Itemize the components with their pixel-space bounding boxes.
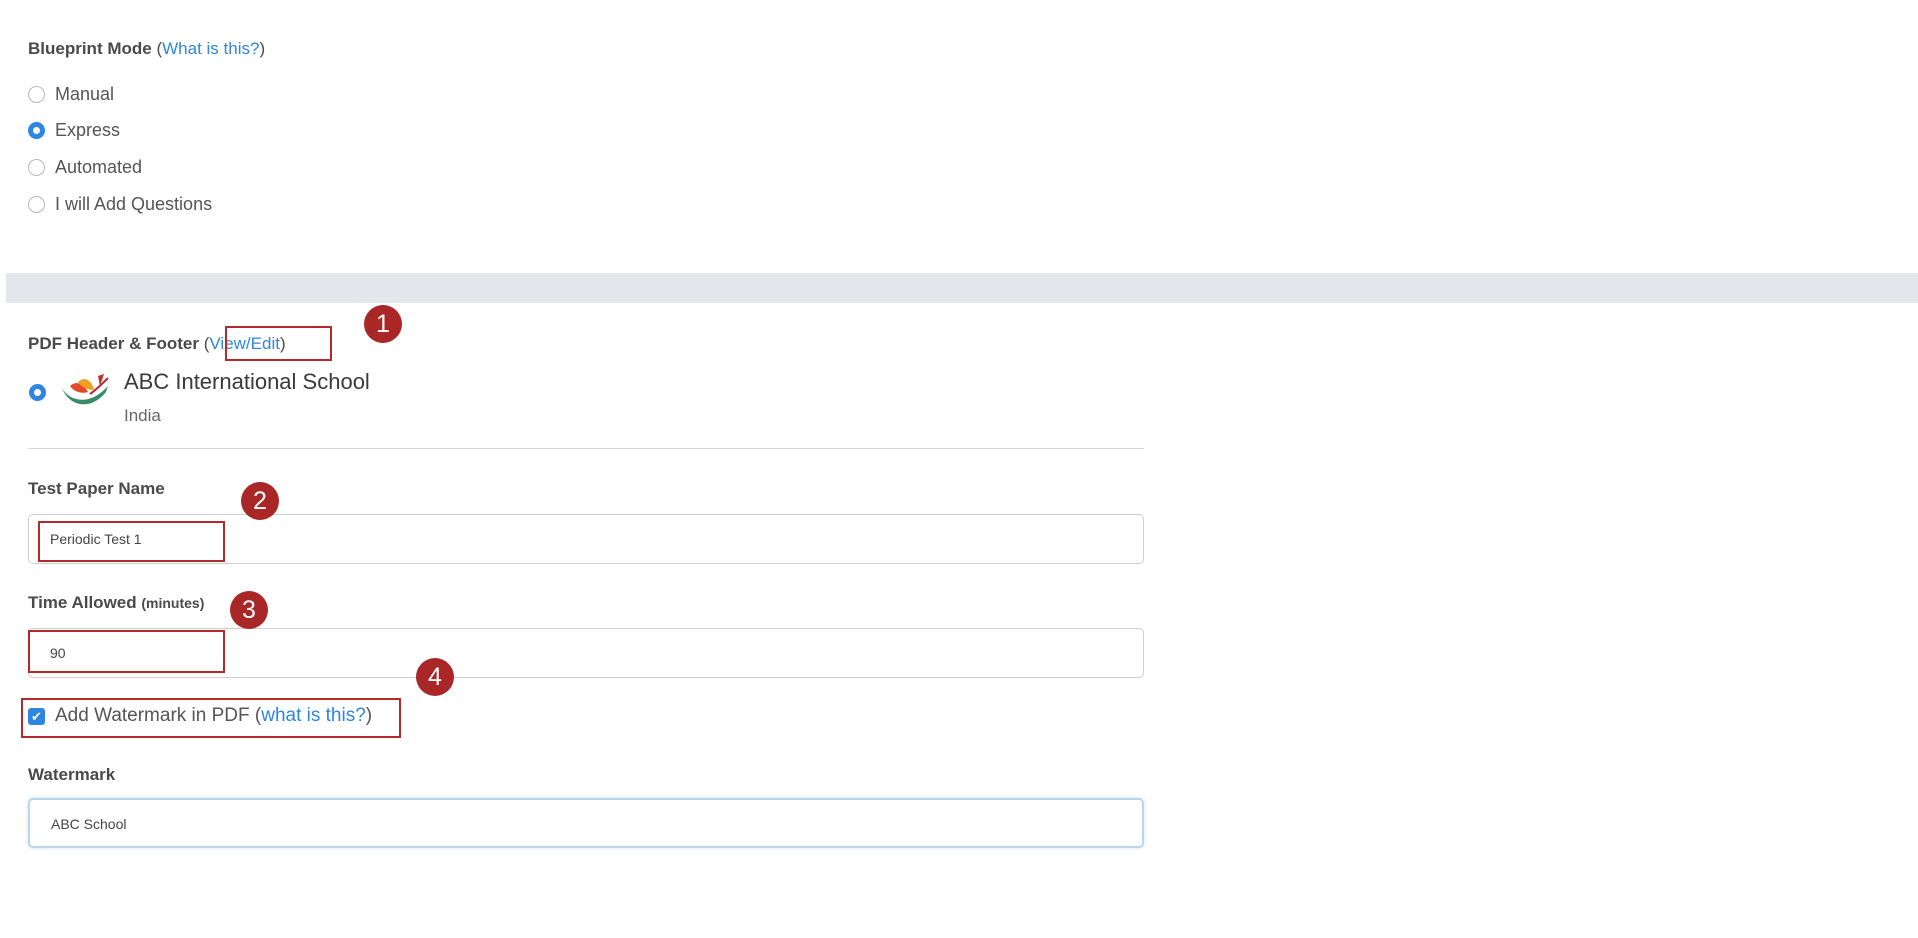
radio-label: I will Add Questions [55, 194, 213, 214]
blueprint-help-link[interactable]: What is this? [162, 39, 259, 58]
test-paper-name-label: Test Paper Name [28, 479, 165, 498]
school-country: India [124, 406, 161, 425]
section-divider [6, 273, 1918, 303]
annotation-box-4 [21, 698, 401, 738]
radio-option-add-questions[interactable]: I will Add Questions [28, 194, 212, 215]
radio-button[interactable] [28, 86, 45, 103]
annotation-box-1 [225, 326, 332, 361]
radio-label: Manual [55, 84, 115, 104]
annotation-badge-1: 1 [364, 305, 402, 343]
radio-option-manual[interactable]: Manual [28, 84, 114, 105]
watermark-value: ABC School [51, 816, 127, 832]
radio-label: Express [55, 120, 121, 140]
annotation-badge-4: 4 [416, 658, 454, 696]
annotation-badge-2: 2 [241, 482, 279, 520]
school-name: ABC International School [124, 369, 370, 394]
radio-label: Automated [55, 157, 143, 177]
pdf-header-title: PDF Header & Footer [28, 334, 199, 353]
radio-button[interactable] [28, 196, 45, 213]
radio-option-automated[interactable]: Automated [28, 157, 142, 178]
annotation-badge-3: 3 [230, 591, 268, 629]
blueprint-mode-title: Blueprint Mode [28, 39, 152, 58]
time-allowed-unit: (minutes) [141, 595, 205, 611]
watermark-input[interactable]: ABC School [28, 798, 1144, 848]
divider-line [28, 448, 1144, 449]
radio-button[interactable] [28, 159, 45, 176]
annotation-box-3 [28, 630, 225, 673]
annotation-box-2 [38, 521, 225, 562]
watermark-label: Watermark [28, 765, 116, 784]
radio-button-selected[interactable] [28, 122, 45, 139]
school-logo-icon [62, 374, 109, 405]
radio-option-express[interactable]: Express [28, 120, 120, 141]
time-allowed-label: Time Allowed (minutes) [28, 593, 204, 613]
blueprint-mode-label: Blueprint Mode (What is this?) [28, 39, 266, 58]
blueprint-card [6, 0, 1918, 273]
time-allowed-title: Time Allowed [28, 593, 137, 612]
school-radio-selected[interactable] [29, 384, 46, 401]
